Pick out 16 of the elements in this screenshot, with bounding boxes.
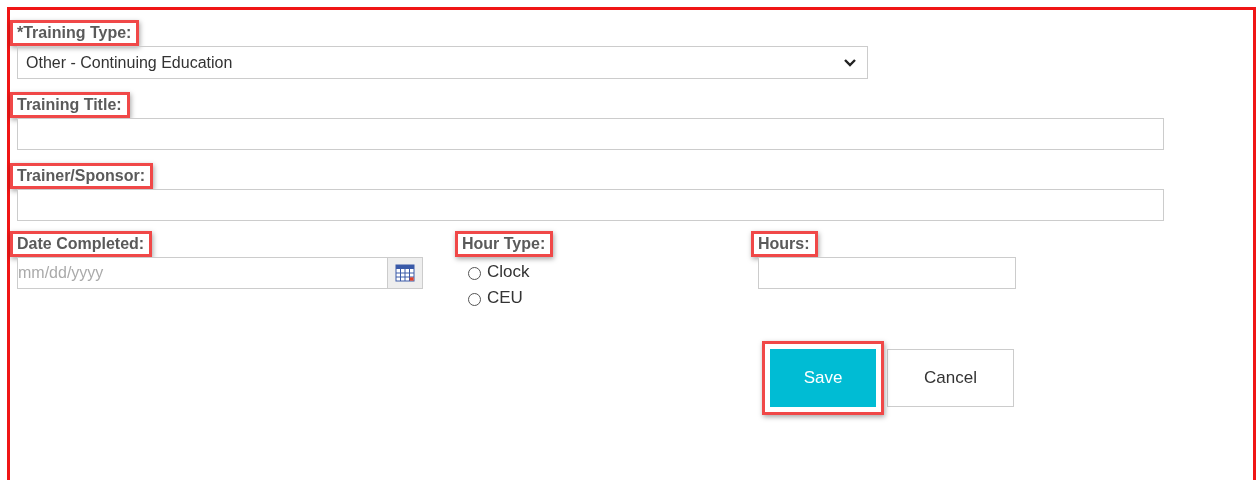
field-label: Date Completed:	[10, 231, 153, 257]
radio-label[interactable]: Clock	[487, 259, 530, 285]
field-label: *Training Type:	[10, 20, 140, 46]
chevron-down-icon	[843, 57, 857, 68]
text-field[interactable]	[17, 118, 1164, 150]
field-label: Trainer/Sponsor:	[10, 163, 154, 189]
dropdown[interactable]: Other - Continuing Education	[17, 46, 868, 79]
cancel-button[interactable]: Cancel	[887, 349, 1014, 407]
text-field[interactable]	[17, 189, 1164, 221]
date-field[interactable]: mm/dd/yyyy	[17, 257, 387, 289]
calendar-icon[interactable]	[395, 264, 415, 282]
field-label: Hour Type:	[455, 231, 554, 257]
field-label: Training Title:	[10, 92, 130, 118]
radio-label[interactable]: CEU	[487, 285, 523, 311]
text-field[interactable]	[758, 257, 1016, 289]
field-label: Hours:	[751, 231, 818, 257]
